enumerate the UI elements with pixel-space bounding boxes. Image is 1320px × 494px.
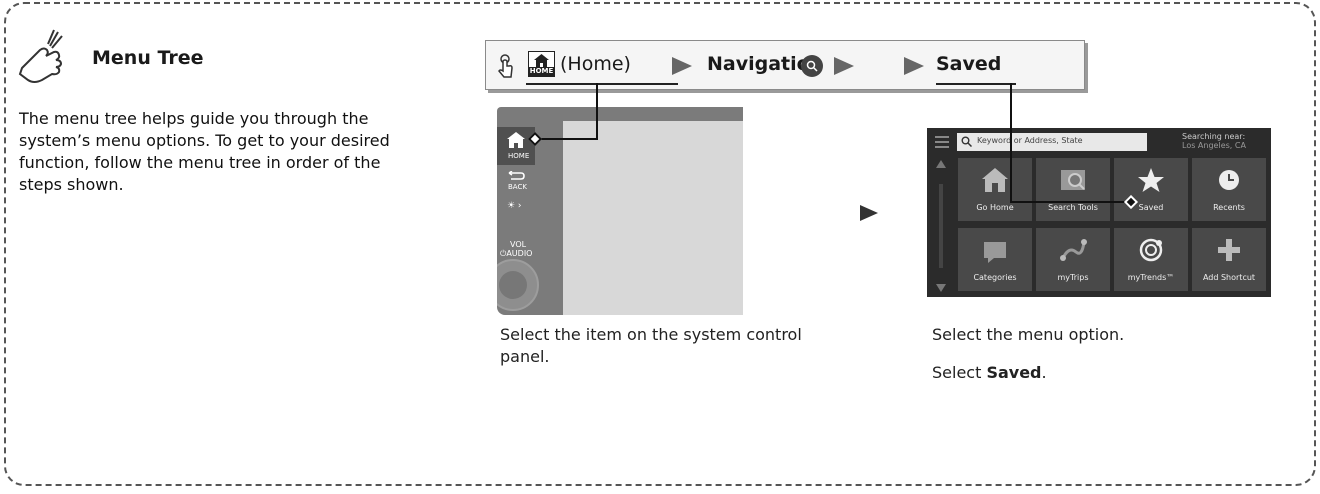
navigation-screen: Keyword or Address, State Searching near… bbox=[927, 128, 1271, 297]
control-panel-screen bbox=[563, 121, 743, 315]
search-icon bbox=[801, 55, 823, 77]
searching-near: Searching near: Los Angeles, CA bbox=[1182, 132, 1246, 150]
tile-mytrends[interactable]: myTrends™ bbox=[1114, 228, 1188, 291]
scroll-down-icon[interactable] bbox=[936, 284, 946, 292]
caption-menu-option: Select the menu option. bbox=[932, 325, 1125, 344]
path-home-label: (Home) bbox=[560, 53, 631, 75]
caption-control-panel: Select the item on the system control pa… bbox=[500, 325, 802, 366]
nav-scrollbar[interactable] bbox=[935, 158, 947, 294]
plus-icon bbox=[1218, 239, 1240, 261]
caption-select-suffix: . bbox=[1041, 363, 1047, 382]
tile-label: Saved bbox=[1138, 203, 1164, 212]
tile-label: Recents bbox=[1213, 203, 1245, 212]
connector-line bbox=[596, 83, 598, 140]
home-badge: HOME bbox=[528, 51, 555, 77]
tile-categories[interactable]: Categories bbox=[958, 228, 1032, 291]
star-icon bbox=[1138, 168, 1164, 192]
back-icon bbox=[508, 171, 525, 180]
volume-knob[interactable] bbox=[497, 259, 539, 311]
menu-path: HOME (Home) Navigation Saved bbox=[485, 40, 1085, 90]
path-underline-home bbox=[526, 83, 678, 85]
tile-label: myTrends™ bbox=[1127, 273, 1175, 282]
path-saved-label: Saved bbox=[936, 53, 1002, 75]
path-underline-saved bbox=[936, 83, 1016, 85]
tile-saved[interactable]: Saved bbox=[1114, 158, 1188, 221]
tile-label: Go Home bbox=[976, 203, 1014, 212]
path-arrow-icon bbox=[904, 57, 924, 75]
control-audio-label: ⏻AUDIO bbox=[500, 249, 533, 258]
map-search-icon bbox=[1061, 170, 1085, 190]
home-badge-text: HOME bbox=[529, 67, 554, 76]
nav-search-bar[interactable]: Keyword or Address, State bbox=[957, 133, 1147, 151]
menu-icon[interactable] bbox=[935, 136, 949, 148]
tile-label: Add Shortcut bbox=[1202, 273, 1256, 282]
path-arrow-icon bbox=[834, 57, 854, 75]
tile-label: Categories bbox=[973, 273, 1017, 282]
tile-recents[interactable]: Recents bbox=[1192, 158, 1266, 221]
touch-icon bbox=[498, 54, 513, 78]
route-icon bbox=[1060, 239, 1087, 261]
path-arrow-icon bbox=[672, 57, 692, 75]
trends-icon bbox=[1139, 238, 1163, 262]
searching-near-location: Los Angeles, CA bbox=[1182, 141, 1246, 150]
tile-mytrips[interactable]: myTrips bbox=[1036, 228, 1110, 291]
home-icon bbox=[534, 54, 549, 67]
scroll-track bbox=[939, 184, 943, 268]
step-arrow-icon bbox=[860, 205, 878, 221]
tile-search-tools[interactable]: Search Tools bbox=[1036, 158, 1110, 221]
caption-select-saved: Select Saved. bbox=[932, 362, 1272, 384]
clock-icon bbox=[1219, 170, 1239, 190]
control-vol-label: VOL bbox=[510, 240, 527, 249]
connector-line bbox=[534, 138, 598, 140]
menu-tree-title: Menu Tree bbox=[92, 47, 204, 69]
connector-line bbox=[1010, 83, 1012, 203]
map-pin-icon bbox=[984, 242, 1006, 263]
caption-select-prefix: Select bbox=[932, 363, 987, 382]
menu-tree-description: The menu tree helps guide you through th… bbox=[19, 109, 390, 194]
control-back-label[interactable]: BACK bbox=[508, 183, 527, 191]
house-icon bbox=[982, 168, 1008, 192]
tile-go-home[interactable]: Go Home bbox=[958, 158, 1032, 221]
scroll-up-icon[interactable] bbox=[936, 160, 946, 168]
tile-label: myTrips bbox=[1057, 273, 1089, 282]
hand-pointer-icon bbox=[18, 29, 63, 83]
caption-saved-bold: Saved bbox=[986, 363, 1042, 382]
control-home-button[interactable]: HOME bbox=[497, 127, 535, 165]
control-brightness[interactable]: ☀ › bbox=[507, 201, 522, 211]
tile-add-shortcut[interactable]: Add Shortcut bbox=[1192, 228, 1266, 291]
home-icon bbox=[507, 132, 525, 148]
tile-label: Search Tools bbox=[1048, 203, 1098, 212]
search-icon bbox=[961, 136, 972, 147]
searching-near-label: Searching near: bbox=[1182, 132, 1246, 141]
nav-search-placeholder: Keyword or Address, State bbox=[977, 136, 1083, 145]
control-home-label: HOME bbox=[508, 152, 530, 160]
connector-line bbox=[1010, 201, 1131, 203]
